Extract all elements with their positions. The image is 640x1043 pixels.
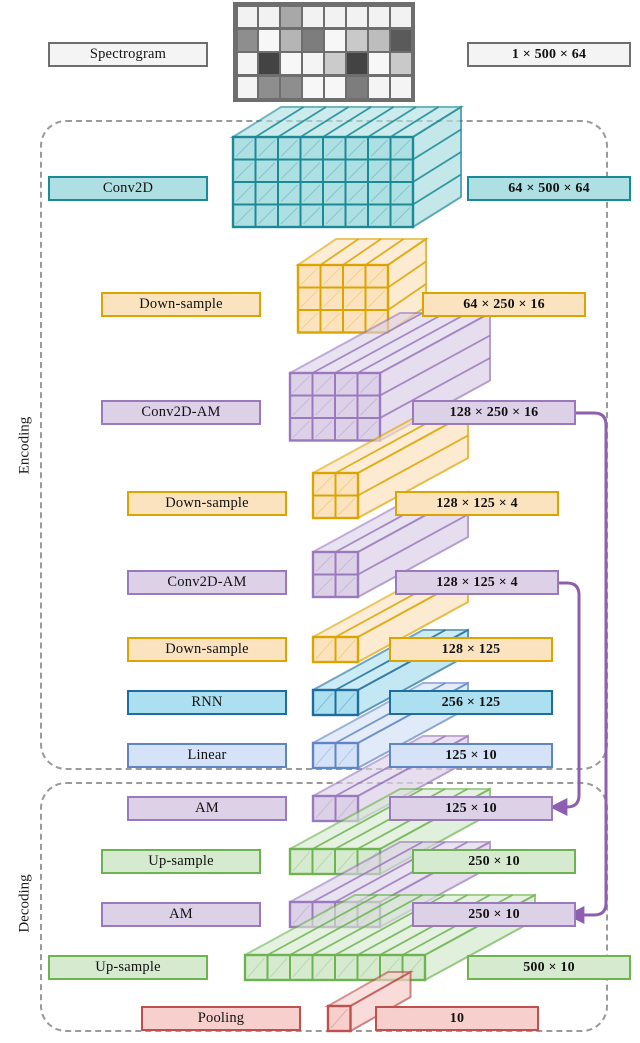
- layer-label-up2[interactable]: Up-sample: [48, 955, 208, 980]
- skip-arrow-outer: [566, 411, 608, 924]
- layer-shape-down2: 128 × 125 × 4: [395, 491, 559, 516]
- layer-label-conv2dam1[interactable]: Conv2D-AM: [101, 400, 261, 425]
- layer-label-conv2dam2[interactable]: Conv2D-AM: [127, 570, 287, 595]
- layer-label-pooling[interactable]: Pooling: [141, 1006, 301, 1031]
- layer-label-am1[interactable]: AM: [127, 796, 287, 821]
- layer-shape-rnn: 256 × 125: [389, 690, 553, 715]
- layer-label-linear[interactable]: Linear: [127, 743, 287, 768]
- layer-shape-up2: 500 × 10: [467, 955, 631, 980]
- layer-shape-conv2d: 64 × 500 × 64: [467, 176, 631, 201]
- layer-shape-up1: 250 × 10: [412, 849, 576, 874]
- architecture-diagram: Encoding Decoding Conv2D Down-sample Con…: [0, 0, 640, 1043]
- input-label-spectrogram: Spectrogram: [48, 42, 208, 67]
- layer-label-conv2d[interactable]: Conv2D: [48, 176, 208, 201]
- layer-shape-down1: 64 × 250 × 16: [422, 292, 586, 317]
- skip-connection-arrows: [549, 411, 608, 924]
- layer-shape-pooling: 10: [375, 1006, 539, 1031]
- skip-arrow-inner: [549, 581, 581, 816]
- input-shape: 1 × 500 × 64: [467, 42, 631, 67]
- layer-shape-conv2dam2: 128 × 125 × 4: [395, 570, 559, 595]
- layer-label-down2[interactable]: Down-sample: [127, 491, 287, 516]
- layer-label-am2[interactable]: AM: [101, 902, 261, 927]
- layer-label-down3[interactable]: Down-sample: [127, 637, 287, 662]
- layer-label-down1[interactable]: Down-sample: [101, 292, 261, 317]
- layer-label-rnn[interactable]: RNN: [127, 690, 287, 715]
- layer-shape-am2: 250 × 10: [412, 902, 576, 927]
- layer-shape-conv2dam1: 128 × 250 × 16: [412, 400, 576, 425]
- layer-shape-am1: 125 × 10: [389, 796, 553, 821]
- layer-shape-linear: 125 × 10: [389, 743, 553, 768]
- block-conv2d: [229, 105, 465, 229]
- layer-shape-down3: 128 × 125: [389, 637, 553, 662]
- layer-label-up1[interactable]: Up-sample: [101, 849, 261, 874]
- blocks-layer: [229, 105, 608, 1033]
